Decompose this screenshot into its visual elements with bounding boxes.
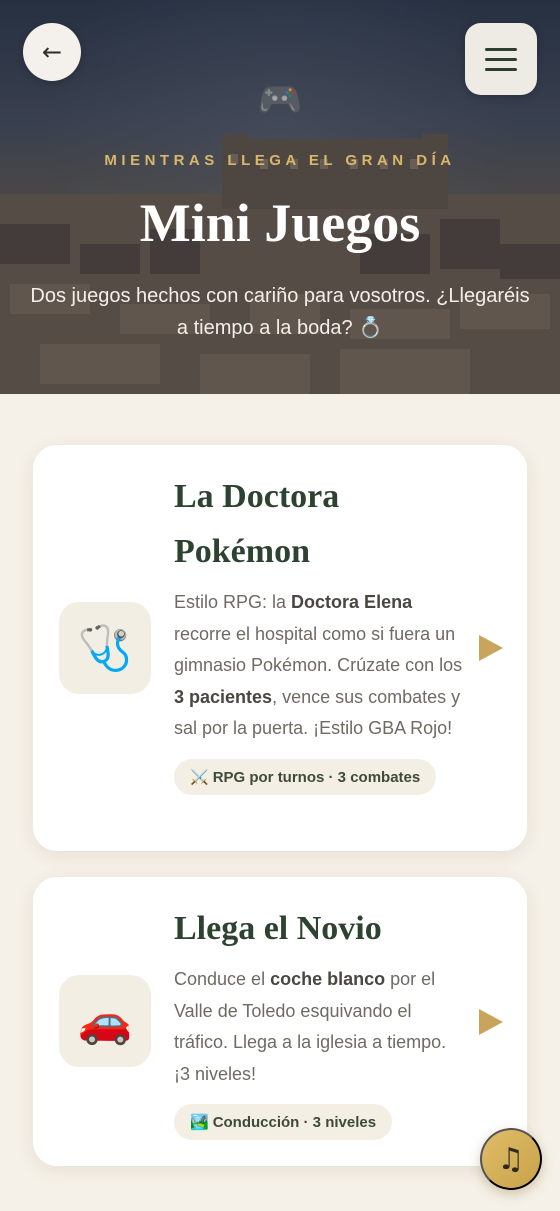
game-tag: ⚔️ RPG por turnos · 3 combates bbox=[174, 758, 437, 795]
music-toggle-button[interactable]: ♫ bbox=[480, 1128, 542, 1190]
stethoscope-icon: 🩺 bbox=[59, 602, 151, 694]
game-description: Estilo RPG: la Doctora Elena recorre el … bbox=[174, 587, 464, 745]
desc-text: Estilo RPG: la bbox=[174, 592, 292, 612]
play-icon[interactable] bbox=[479, 1009, 503, 1035]
play-icon[interactable] bbox=[479, 635, 503, 661]
back-button[interactable]: ← bbox=[23, 23, 81, 81]
game-tag-label: Conducción · 3 niveles bbox=[212, 1114, 377, 1132]
desc-text: recorre el hospital como si fuera un gim… bbox=[174, 623, 463, 676]
landscape-icon: 🏞️ bbox=[190, 1113, 209, 1132]
music-note-icon: ♫ bbox=[497, 1141, 525, 1177]
hamburger-menu-icon-line bbox=[485, 67, 517, 71]
back-arrow-icon: ← bbox=[41, 38, 63, 66]
desc-highlight: coche blanco bbox=[270, 969, 386, 989]
game-controller-icon: 🎮 bbox=[257, 79, 303, 120]
game-title: La Doctora Pokémon bbox=[174, 478, 340, 570]
game-card-llega-el-novio[interactable]: 🚗 Llega el Novio Conduce el coche blanco… bbox=[33, 877, 527, 1166]
desc-text: Conduce el bbox=[174, 969, 271, 989]
desc-highlight: Doctora Elena bbox=[291, 592, 413, 612]
hamburger-menu-icon-line bbox=[485, 57, 517, 61]
car-icon: 🚗 bbox=[59, 975, 151, 1067]
page-title: Mini Juegos bbox=[139, 193, 421, 253]
hero-subtitle: Dos juegos hechos con cariño para vosotr… bbox=[30, 285, 530, 339]
game-description: Conduce el coche blanco por el Valle de … bbox=[174, 964, 464, 1090]
desc-highlight: 3 pacientes bbox=[174, 686, 273, 707]
game-card-body: La Doctora Pokémon Estilo RPG: la Doctor… bbox=[174, 469, 464, 795]
game-tag: 🏞️ Conducción · 3 niveles bbox=[174, 1104, 393, 1141]
game-card-doctora-pokemon[interactable]: 🩺 La Doctora Pokémon Estilo RPG: la Doct… bbox=[33, 445, 527, 851]
crossed-swords-icon: ⚔️ bbox=[190, 767, 209, 786]
hero-eyebrow: MIENTRAS LLEGA EL GRAN DÍA bbox=[104, 152, 456, 169]
game-card-body: Llega el Novio Conduce el coche blanco p… bbox=[174, 901, 464, 1141]
hamburger-menu-icon bbox=[485, 47, 517, 51]
game-tag-label: RPG por turnos · 3 combates bbox=[212, 768, 421, 786]
game-title: Llega el Novio bbox=[174, 910, 382, 947]
